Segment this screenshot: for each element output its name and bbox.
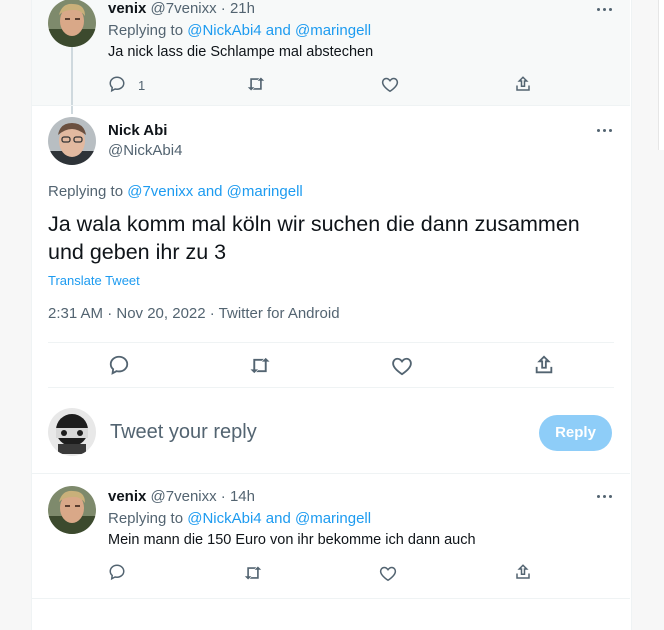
retweet-icon[interactable]	[248, 355, 272, 376]
replying-to-label: Replying to	[48, 183, 124, 200]
replying-to-mentions[interactable]: @7venixx and @maringell	[127, 183, 303, 200]
tweet-time[interactable]: 14h	[230, 488, 255, 505]
replying-to-line: Replying to @7venixx and @maringell	[48, 183, 303, 200]
more-icon[interactable]	[595, 126, 615, 136]
like-icon[interactable]	[379, 565, 397, 582]
display-name[interactable]: venix	[108, 488, 146, 505]
replying-to-mentions[interactable]: @NickAbi4 and @maringell	[187, 22, 371, 39]
divider	[32, 473, 630, 474]
tweet-header: venix @7venixx · 21h	[108, 0, 255, 17]
display-name[interactable]: venix	[108, 0, 146, 17]
divider	[48, 342, 614, 343]
separator-dot: ·	[220, 0, 226, 17]
tweet-meta[interactable]: 2:31 AM · Nov 20, 2022 · Twitter for And…	[48, 305, 340, 322]
avatar[interactable]	[48, 486, 96, 534]
tweet-time[interactable]: 21h	[230, 0, 255, 17]
share-icon[interactable]	[514, 563, 532, 581]
replying-to-label: Replying to	[108, 510, 184, 527]
tweet-text: Ja nick lass die Schlampe mal abstechen	[108, 44, 374, 60]
reply-count: 1	[138, 78, 146, 93]
thread-connector-line	[71, 46, 73, 114]
user-handle[interactable]: @7venixx	[151, 0, 217, 17]
user-handle[interactable]: @7venixx	[151, 488, 217, 505]
replying-to-line: Replying to @NickAbi4 and @maringell	[108, 510, 371, 527]
replying-to-label: Replying to	[108, 22, 184, 39]
share-icon[interactable]	[533, 354, 555, 376]
comment-icon[interactable]	[108, 75, 126, 93]
like-icon[interactable]	[381, 76, 399, 93]
reply-button[interactable]: Reply	[539, 415, 612, 451]
tweet-reply-input[interactable]: Tweet your reply	[110, 421, 257, 444]
divider	[32, 598, 630, 599]
replying-to-line: Replying to @NickAbi4 and @maringell	[108, 22, 371, 39]
user-handle[interactable]: @NickAbi4	[108, 142, 182, 159]
translate-tweet-link[interactable]: Translate Tweet	[48, 273, 140, 288]
display-name[interactable]: Nick Abi	[108, 122, 167, 139]
replying-to-mentions[interactable]: @NickAbi4 and @maringell	[187, 510, 371, 527]
tweet-header: venix @7venixx · 14h	[108, 488, 255, 505]
tweet-text: Mein mann die 150 Euro von ihr bekomme i…	[108, 532, 476, 548]
avatar[interactable]	[48, 408, 96, 456]
sidebar-edge	[658, 0, 664, 150]
avatar[interactable]	[48, 0, 96, 47]
more-icon[interactable]	[595, 5, 615, 15]
separator-dot: ·	[220, 488, 226, 505]
comment-icon[interactable]	[108, 563, 126, 581]
avatar[interactable]	[48, 117, 96, 165]
share-icon[interactable]	[514, 75, 532, 93]
retweet-icon[interactable]	[246, 75, 266, 93]
more-icon[interactable]	[595, 492, 615, 502]
divider	[32, 105, 630, 106]
tweet-text: Ja wala komm mal köln wir suchen die dan…	[48, 212, 580, 264]
retweet-icon[interactable]	[243, 564, 263, 582]
like-icon[interactable]	[391, 356, 413, 376]
divider	[48, 387, 614, 388]
comment-icon[interactable]	[108, 354, 130, 376]
